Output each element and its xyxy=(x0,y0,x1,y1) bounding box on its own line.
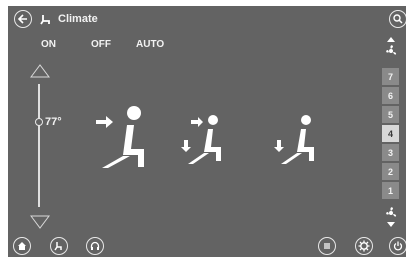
mode-auto-button[interactable]: AUTO xyxy=(136,39,164,50)
temperature-slider-thumb[interactable] xyxy=(35,118,43,126)
airflow-lower-button[interactable] xyxy=(274,114,318,166)
home-button[interactable] xyxy=(13,237,31,255)
fan-level-2[interactable]: 2 xyxy=(382,163,399,180)
airflow-upper-lower-icon xyxy=(181,115,221,164)
back-button[interactable] xyxy=(14,10,32,28)
airflow-upper-lower-button[interactable] xyxy=(181,114,225,166)
mode-on-button[interactable]: ON xyxy=(41,39,56,50)
temperature-up-icon[interactable] xyxy=(30,64,50,78)
temperature-slider-track[interactable] xyxy=(38,84,40,207)
search-button[interactable] xyxy=(389,10,406,28)
temperature-value: 77° xyxy=(45,116,62,128)
fan-level-1[interactable]: 1 xyxy=(382,182,399,199)
fan-level-3[interactable]: 3 xyxy=(382,144,399,161)
seat-icon xyxy=(54,242,62,251)
fan-level-5[interactable]: 5 xyxy=(382,106,399,123)
settings-icon xyxy=(358,240,370,252)
back-arrow-icon xyxy=(18,14,27,24)
mode-off-button[interactable]: OFF xyxy=(91,39,111,50)
airflow-upper-icon xyxy=(96,106,144,168)
power-button[interactable] xyxy=(389,237,406,255)
settings-button[interactable] xyxy=(355,237,373,255)
fan-level-6[interactable]: 6 xyxy=(382,87,399,104)
seat-icon xyxy=(40,15,50,25)
climate-screen: Climate ON OFF AUTO 77° 7 6 5 4 3 2 1 xyxy=(8,6,406,257)
fan-increase-button[interactable] xyxy=(383,37,399,59)
headphones-icon xyxy=(90,241,100,250)
airflow-upper-button[interactable] xyxy=(94,103,152,169)
fan-decrease-button[interactable] xyxy=(383,205,399,227)
temperature-down-icon[interactable] xyxy=(30,215,50,229)
fan-level-4[interactable]: 4 xyxy=(382,125,399,142)
menu-button[interactable] xyxy=(318,237,336,255)
airflow-lower-icon xyxy=(274,115,314,164)
audio-button[interactable] xyxy=(86,237,104,255)
fan-decrease-icon xyxy=(386,207,397,227)
fan-level-7[interactable]: 7 xyxy=(382,68,399,85)
climate-seat-button[interactable] xyxy=(50,237,68,255)
page-title: Climate xyxy=(58,13,98,25)
search-icon xyxy=(393,14,403,24)
fan-increase-icon xyxy=(386,37,397,55)
menu-icon xyxy=(324,243,330,249)
home-icon xyxy=(18,242,26,250)
power-icon xyxy=(393,241,403,251)
